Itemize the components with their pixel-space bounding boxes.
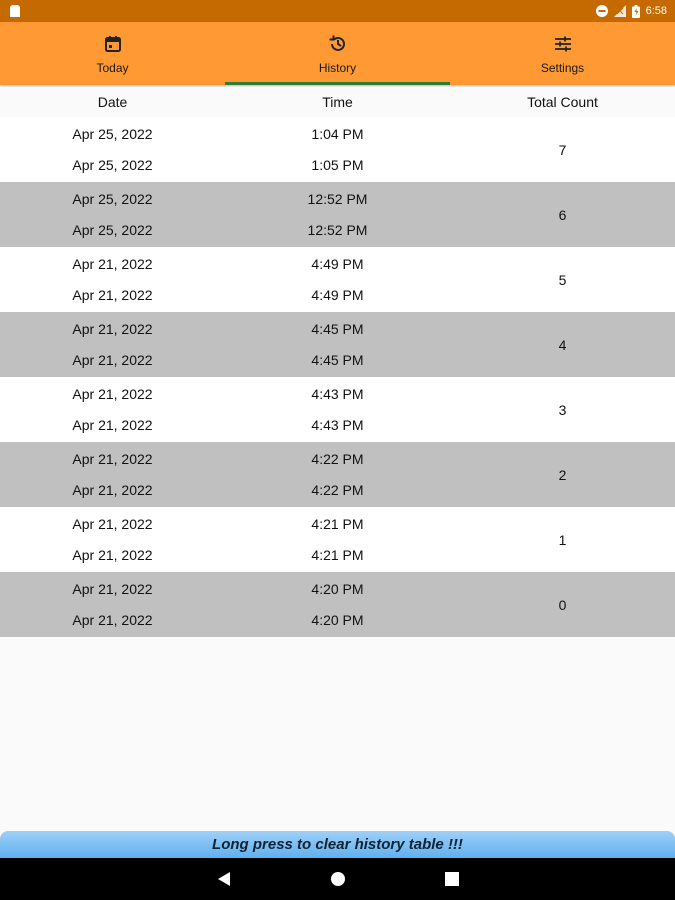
table-row-group[interactable]: Apr 21, 2022 Apr 21, 2022 4:43 PM 4:43 PM … (0, 377, 675, 442)
tab-label: History (318, 60, 357, 75)
back-icon (217, 872, 230, 886)
battery-icon (631, 4, 640, 18)
table-row-group[interactable]: Apr 21, 2022 Apr 21, 2022 4:22 PM 4:22 PM … (0, 442, 675, 507)
recents-icon (444, 872, 459, 886)
header-time: Time (322, 94, 353, 110)
app-root: 6:58 Today History Settings Date Time To… (0, 0, 675, 900)
row-count: 7 (558, 141, 567, 158)
row-time: 4:43 PM (311, 416, 364, 433)
row-date: Apr 21, 2022 (72, 321, 153, 338)
table-row-group[interactable]: Apr 21, 2022 Apr 21, 2022 4:20 PM 4:20 PM … (0, 572, 675, 637)
row-date: Apr 21, 2022 (72, 351, 153, 368)
row-date: Apr 25, 2022 (72, 221, 153, 238)
row-date: Apr 25, 2022 (72, 126, 153, 143)
row-time: 4:21 PM (311, 516, 364, 533)
row-count: 1 (558, 531, 567, 548)
clear-history-button[interactable]: Long press to clear history table !!! (0, 831, 675, 858)
row-date: Apr 21, 2022 (72, 546, 153, 563)
table-row-group[interactable]: Apr 21, 2022 Apr 21, 2022 4:49 PM 4:49 PM … (0, 247, 675, 312)
tab-settings[interactable]: Settings (450, 22, 675, 85)
sim-card-icon (10, 5, 20, 17)
row-date: Apr 21, 2022 (72, 516, 153, 533)
table-row-group[interactable]: Apr 21, 2022 Apr 21, 2022 4:21 PM 4:21 PM … (0, 507, 675, 572)
status-bar: 6:58 (0, 0, 675, 22)
dnd-icon (595, 5, 608, 17)
row-count: 2 (558, 466, 567, 483)
home-icon (330, 872, 345, 886)
history-table: Apr 25, 2022 Apr 25, 2022 1:04 PM 1:05 PM … (0, 117, 675, 637)
row-time: 4:22 PM (311, 451, 364, 468)
row-time: 4:45 PM (311, 321, 364, 338)
row-time: 4:49 PM (311, 286, 364, 303)
row-time: 4:43 PM (311, 386, 364, 403)
tab-bar: Today History Settings (0, 22, 675, 85)
navigation-bar (0, 858, 675, 900)
row-date: Apr 21, 2022 (72, 386, 153, 403)
tab-today[interactable]: Today (0, 22, 225, 85)
tab-label: Today (96, 60, 129, 75)
row-date: Apr 21, 2022 (72, 416, 153, 433)
row-date: Apr 25, 2022 (72, 191, 153, 208)
row-time: 1:04 PM (311, 126, 364, 143)
history-icon (328, 33, 348, 55)
status-time: 6:58 (645, 5, 667, 17)
tab-label: Settings (540, 60, 585, 75)
row-time: 4:21 PM (311, 546, 364, 563)
row-time: 4:20 PM (311, 611, 364, 628)
recents-button[interactable] (438, 865, 466, 893)
row-time: 12:52 PM (307, 221, 368, 238)
row-time: 4:45 PM (311, 351, 364, 368)
table-row-group[interactable]: Apr 25, 2022 Apr 25, 2022 1:04 PM 1:05 PM … (0, 117, 675, 182)
row-time: 4:22 PM (311, 481, 364, 498)
row-date: Apr 21, 2022 (72, 611, 153, 628)
table-header: Date Time Total Count (0, 87, 675, 117)
row-time: 1:05 PM (311, 156, 364, 173)
row-time: 4:49 PM (311, 256, 364, 273)
home-button[interactable] (324, 865, 352, 893)
header-date: Date (97, 94, 128, 110)
row-count: 6 (558, 206, 567, 223)
table-row-group[interactable]: Apr 21, 2022 Apr 21, 2022 4:45 PM 4:45 PM … (0, 312, 675, 377)
row-date: Apr 25, 2022 (72, 156, 153, 173)
row-count: 3 (558, 401, 567, 418)
back-button[interactable] (210, 865, 238, 893)
row-count: 5 (558, 271, 567, 288)
row-time: 4:20 PM (311, 581, 364, 598)
row-date: Apr 21, 2022 (72, 581, 153, 598)
row-count: 0 (558, 596, 567, 613)
tab-history[interactable]: History (225, 22, 450, 85)
row-date: Apr 21, 2022 (72, 451, 153, 468)
sliders-icon (554, 33, 572, 55)
row-date: Apr 21, 2022 (72, 286, 153, 303)
row-time: 12:52 PM (307, 191, 368, 208)
table-row-group[interactable]: Apr 25, 2022 Apr 25, 2022 12:52 PM 12:52 P… (0, 182, 675, 247)
calendar-icon (104, 33, 122, 55)
header-total-count: Total Count (527, 94, 598, 110)
signal-icon (613, 5, 626, 17)
row-date: Apr 21, 2022 (72, 256, 153, 273)
row-count: 4 (558, 336, 567, 353)
row-date: Apr 21, 2022 (72, 481, 153, 498)
